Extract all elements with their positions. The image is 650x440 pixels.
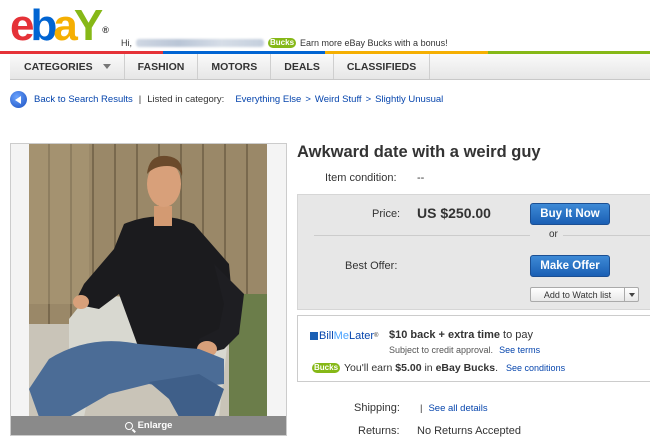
- back-to-search-link[interactable]: Back to Search Results: [34, 94, 133, 105]
- best-offer-label: Best Offer:: [345, 260, 398, 272]
- ebay-logo[interactable]: ebaY ®: [10, 1, 109, 50]
- bucks-prefix: You'll earn: [344, 362, 396, 374]
- chevron-down-icon[interactable]: [102, 64, 111, 69]
- item-title: Awkward date with a weird guy: [297, 143, 541, 161]
- bucks-name: eBay Bucks: [435, 362, 496, 374]
- condition-label: Item condition:: [325, 172, 397, 184]
- shipping-label: Shipping:: [354, 402, 400, 414]
- bml-me: Me: [333, 330, 349, 342]
- bucks-end: .: [495, 362, 499, 374]
- breadcrumb-separator: >: [365, 94, 372, 105]
- divider-left: [314, 235, 530, 236]
- bucks-mid: in: [421, 362, 436, 374]
- bml-registered-mark: ®: [374, 333, 379, 339]
- see-conditions-link[interactable]: See conditions: [506, 363, 565, 373]
- shipping-value: | See all details: [420, 403, 488, 414]
- or-label: or: [549, 229, 558, 240]
- nav-deals[interactable]: DEALS: [271, 54, 334, 79]
- blurred-username[interactable]: [136, 39, 264, 47]
- add-to-watch-list-button[interactable]: Add to Watch list: [531, 288, 625, 301]
- ebay-bucks-icon: Bucks: [312, 363, 341, 373]
- price-label: Price:: [372, 208, 401, 220]
- condition-value: --: [417, 172, 425, 184]
- bucks-earn-text: You'll earn $5.00 in eBay Bucks.: [344, 362, 498, 374]
- photo-man-sitting-illustration: [29, 144, 267, 417]
- bml-later: Later: [348, 330, 375, 342]
- enlarge-label: Enlarge: [137, 420, 173, 431]
- bill-me-later-logo[interactable]: Bill Me Later ®: [310, 330, 378, 342]
- divider-right: [563, 235, 650, 236]
- breadcrumb-divider: |: [138, 94, 142, 105]
- returns-value: No Returns Accepted: [417, 425, 521, 437]
- bucks-promo-text[interactable]: Earn more eBay Bucks with a bonus!: [300, 38, 448, 48]
- bml-offer-bold: $10 back + extra time: [389, 329, 500, 341]
- back-arrow-icon[interactable]: [10, 91, 27, 108]
- nav-classifieds[interactable]: CLASSIFIEDS: [334, 54, 431, 79]
- user-greeting: Hi, Bucks Earn more eBay Bucks with a bo…: [121, 38, 448, 48]
- buy-it-now-button[interactable]: Buy It Now: [530, 203, 610, 225]
- breadcrumb: Back to Search Results | Listed in categ…: [10, 91, 443, 108]
- greeting-prefix: Hi,: [121, 38, 132, 48]
- category-navbar: CATEGORIES FASHION MOTORS DEALS CLASSIFI…: [10, 54, 650, 80]
- returns-label: Returns:: [358, 425, 400, 437]
- see-terms-link[interactable]: See terms: [499, 345, 540, 355]
- category-link-weird-stuff[interactable]: Weird Stuff: [315, 94, 362, 105]
- nav-fashion[interactable]: FASHION: [125, 54, 199, 79]
- make-offer-button[interactable]: Make Offer: [530, 255, 610, 277]
- nav-categories[interactable]: CATEGORIES: [10, 54, 125, 79]
- nav-categories-label: CATEGORIES: [24, 60, 93, 73]
- ebay-bucks-icon: Bucks: [268, 38, 297, 48]
- item-photo-frame: Enlarge: [10, 143, 287, 436]
- item-photo[interactable]: [29, 144, 267, 417]
- see-all-details-link[interactable]: See all details: [428, 403, 487, 414]
- logo-letter-y: Y: [73, 1, 103, 50]
- logo-letter-a: a: [53, 1, 78, 50]
- ebay-bucks-earn-line: Bucks You'll earn $5.00 in eBay Bucks. S…: [312, 362, 565, 374]
- logo-letter-e: e: [10, 1, 35, 50]
- nav-motors[interactable]: MOTORS: [198, 54, 272, 79]
- listed-in-label: Listed in category:: [147, 94, 225, 105]
- bml-offer-text: $10 back + extra time to pay: [389, 329, 533, 341]
- bucks-amount: $5.00: [395, 362, 422, 374]
- bml-offer-rest: to pay: [500, 329, 534, 341]
- bml-bill: Bill: [319, 330, 334, 342]
- price-value: US $250.00: [417, 205, 491, 221]
- zoom-icon: [124, 421, 133, 430]
- logo-letter-b: b: [30, 1, 57, 50]
- checkbox-icon: [310, 332, 318, 340]
- chevron-down-icon[interactable]: [625, 288, 638, 301]
- breadcrumb-separator: >: [305, 94, 311, 105]
- category-link-everything-else[interactable]: Everything Else: [235, 94, 301, 105]
- watch-list-control[interactable]: Add to Watch list: [530, 287, 639, 302]
- shipping-divider: |: [420, 403, 423, 414]
- bml-approval-text: Subject to credit approval.: [389, 345, 494, 355]
- bml-subtext: Subject to credit approval. See terms: [389, 345, 540, 355]
- logo-registered-mark: ®: [102, 25, 109, 35]
- category-link-slightly-unusual[interactable]: Slightly Unusual: [375, 94, 443, 105]
- enlarge-button[interactable]: Enlarge: [11, 416, 286, 435]
